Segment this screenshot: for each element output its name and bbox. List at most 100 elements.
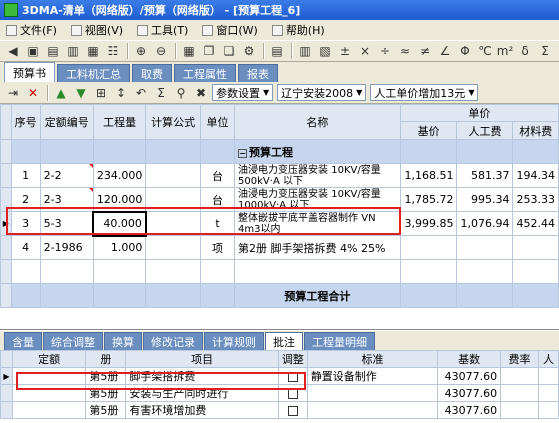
tab-annotation[interactable]: 批注 (265, 332, 303, 350)
adjustment-grid: 定额 册 项目 调整 标准 基数 费率 人 ▶ 第5册 脚手架搭拆费 静置设备制… (0, 350, 559, 423)
tab-quantity-details[interactable]: 工程量明细 (304, 332, 375, 350)
adjust-checkbox[interactable] (287, 388, 298, 399)
tab-reports[interactable]: 报表 (238, 64, 278, 82)
parameter-settings-dropdown[interactable]: 参数设置 ▼ (212, 84, 274, 101)
symbol-approx[interactable]: ≈ (396, 42, 414, 60)
title-bar: 3DMA-清单（网络版）/预算（网络版） - [预算工程_6] (0, 0, 559, 20)
table-row[interactable]: 2 2-3 120.000 台 油浸电力变压器安装 10KV/容量1000kV·… (0, 187, 559, 212)
col-item[interactable]: 项目 (125, 350, 279, 368)
adjust-checkbox[interactable] (287, 405, 298, 416)
tools-icon[interactable]: ✖ (192, 84, 210, 102)
copy-icon[interactable]: ❐ (200, 42, 218, 60)
settings-icon[interactable]: ⚙ (240, 42, 258, 60)
tab-fees[interactable]: 取费 (132, 64, 172, 82)
table-row[interactable]: 4 2-1986 1.000 项 第2册 脚手架搭拆费 4% 25% (0, 235, 559, 260)
tab-change-log[interactable]: 修改记录 (143, 332, 203, 350)
main-tabs: 预算书 工料机汇总 取费 工程属性 报表 (0, 62, 559, 82)
symbol-phi[interactable]: Φ (456, 42, 474, 60)
col-base[interactable]: 基价 (399, 121, 458, 140)
table-row[interactable]: 1 2-2 234.000 台 油浸电力变压器安装 10KV/容量500kV·A… (0, 163, 559, 188)
tab-budget[interactable]: 预算书 (4, 62, 55, 82)
collapse-icon[interactable]: − (238, 148, 248, 158)
project-icon[interactable]: ▦ (84, 42, 102, 60)
table-row-selected[interactable]: ▶ 3 5-3 40.000 t 整体嵌拔平底平盖容器制作 VN 4m3以内 3… (0, 210, 559, 237)
col-rate[interactable]: 费率 (500, 350, 539, 368)
report-icon[interactable]: ▥ (296, 42, 314, 60)
calc-icon[interactable]: ▤ (268, 42, 286, 60)
col-adjust[interactable]: 调整 (277, 350, 308, 368)
tab-content[interactable]: 含量 (4, 332, 42, 350)
help-icon (271, 24, 283, 36)
move-up-icon[interactable]: ▲ (52, 84, 70, 102)
symbol-celsius[interactable]: ℃ (476, 42, 494, 60)
row-pointer-icon: ▶ (0, 211, 12, 236)
sort-icon[interactable]: ↕ (112, 84, 130, 102)
open-icon[interactable]: ▤ (44, 42, 62, 60)
symbol-sigma[interactable]: Σ (536, 42, 554, 60)
window-icon (202, 24, 214, 36)
sum-icon[interactable]: Σ (152, 84, 170, 102)
delete-icon[interactable]: ✕ (24, 84, 42, 102)
col-seq[interactable]: 序号 (10, 104, 41, 140)
view-icon (70, 24, 82, 36)
col-extra[interactable]: 人 (537, 350, 559, 368)
col-standard[interactable]: 标准 (306, 350, 439, 368)
new-icon[interactable]: ▣ (24, 42, 42, 60)
structure-icon[interactable]: ⊞ (92, 84, 110, 102)
toolbar-separator (263, 43, 265, 59)
col-labor[interactable]: 人工费 (456, 121, 514, 140)
labor-price-select[interactable]: 人工单价增加13元 ▼ (370, 84, 479, 101)
symbol-delta[interactable]: δ (516, 42, 534, 60)
marker-icon (87, 188, 93, 192)
toolbar-separator (47, 84, 49, 101)
adjust-checkbox[interactable] (287, 371, 298, 382)
symbol-plusminus[interactable]: ± (336, 42, 354, 60)
col-material[interactable]: 材料费 (512, 121, 559, 140)
project-row[interactable]: − 预算工程 (0, 139, 559, 164)
zoom-out-icon[interactable]: ⊖ (152, 42, 170, 60)
col-name[interactable]: 名称 (234, 104, 401, 140)
symbol-divide[interactable]: ÷ (376, 42, 394, 60)
symbol-m2[interactable]: m² (496, 42, 514, 60)
paste-icon[interactable]: ❏ (220, 42, 238, 60)
back-icon[interactable]: ◀ (4, 42, 22, 60)
find-icon[interactable]: ⚲ (172, 84, 190, 102)
menu-tools[interactable]: 工具(T) (137, 22, 188, 38)
toolbar-separator (175, 43, 177, 59)
tab-conversion[interactable]: 换算 (104, 332, 142, 350)
symbol-notequal[interactable]: ≠ (416, 42, 434, 60)
symbol-times[interactable]: × (356, 42, 374, 60)
total-label: 预算工程合计 (234, 283, 401, 308)
tab-comprehensive-adjust[interactable]: 综合调整 (43, 332, 103, 350)
menu-bar: 文件(F) 视图(V) 工具(T) 窗口(W) 帮助(H) (0, 20, 559, 40)
list-icon[interactable]: ☷ (104, 42, 122, 60)
col-base-amount[interactable]: 基数 (437, 350, 502, 368)
col-qty[interactable]: 工程量 (92, 104, 147, 140)
table-row-selected[interactable]: ▶ 第5册 脚手架搭拆费 静置设备制作 43077.60 (0, 367, 559, 385)
table-row[interactable]: 第5册 有害环境增加费 43077.60 (0, 401, 559, 419)
indent-icon[interactable]: ⇥ (4, 84, 22, 102)
menu-help[interactable]: 帮助(H) (271, 22, 325, 38)
export-icon[interactable]: ▧ (316, 42, 334, 60)
undo-icon[interactable]: ↶ (132, 84, 150, 102)
total-row: 预算工程合计 (0, 283, 559, 308)
symbol-angle[interactable]: ∠ (436, 42, 454, 60)
tab-calc-rules[interactable]: 计算规则 (204, 332, 264, 350)
region-select[interactable]: 辽宁安装2008 ▼ (277, 84, 367, 101)
col-quota[interactable]: 定额 (11, 350, 87, 368)
save-icon[interactable]: ▥ (64, 42, 82, 60)
row-indicator-header (0, 104, 12, 140)
col-book[interactable]: 册 (85, 350, 127, 368)
table-row[interactable]: 第5册 安装与生产同时进行 43077.60 (0, 384, 559, 402)
tab-labor-material-summary[interactable]: 工料机汇总 (57, 64, 130, 82)
menu-file[interactable]: 文件(F) (6, 22, 57, 38)
col-code[interactable]: 定额编号 (39, 104, 94, 140)
col-formula[interactable]: 计算公式 (145, 104, 201, 140)
grid-icon[interactable]: ▦ (180, 42, 198, 60)
menu-view[interactable]: 视图(V) (70, 22, 123, 38)
menu-window[interactable]: 窗口(W) (202, 22, 258, 38)
zoom-in-icon[interactable]: ⊕ (132, 42, 150, 60)
tab-project-properties[interactable]: 工程属性 (174, 64, 236, 82)
move-down-icon[interactable]: ▼ (72, 84, 90, 102)
col-unit[interactable]: 单位 (199, 104, 236, 140)
